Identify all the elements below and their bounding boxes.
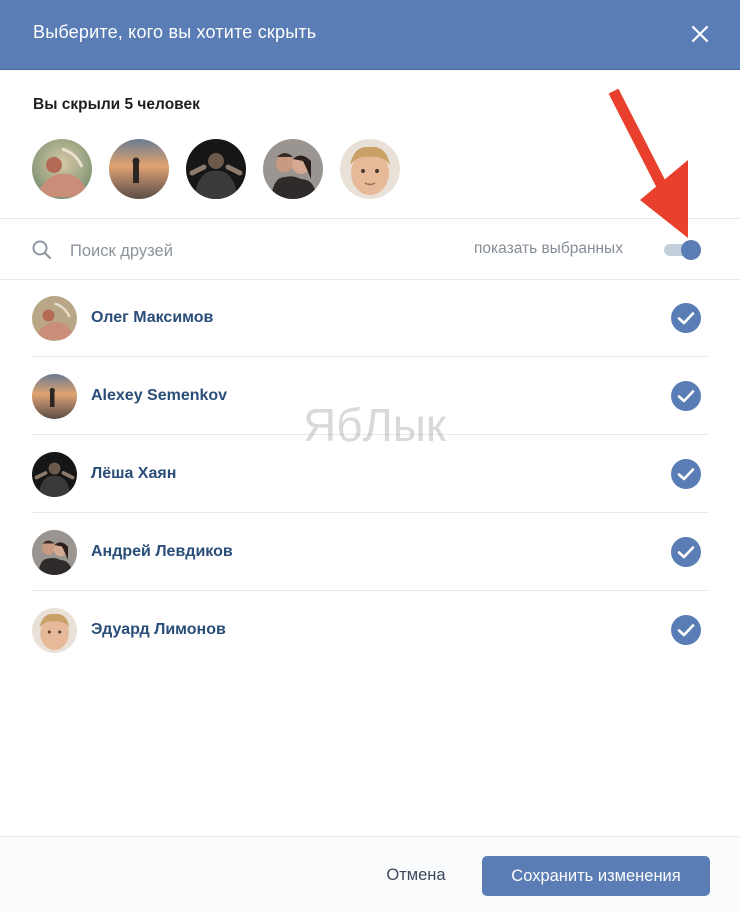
hidden-count-title: Вы скрыли 5 человек (33, 96, 200, 113)
friend-name[interactable]: Эдуард Лимонов (91, 621, 226, 639)
watermark: ЯбЛык (303, 399, 446, 451)
friend-name[interactable]: Олег Максимов (91, 309, 213, 327)
avatar[interactable] (263, 139, 323, 199)
search-icon (31, 239, 53, 261)
dialog-title: Выберите, кого вы хотите скрыть (33, 22, 317, 42)
save-button[interactable]: Сохранить изменения (482, 856, 710, 896)
friend-name[interactable]: Alexey Semenkov (91, 387, 227, 405)
avatar (32, 296, 77, 341)
checkmark-icon[interactable] (670, 302, 702, 334)
cancel-button[interactable]: Отмена (372, 856, 460, 894)
list-item[interactable]: Андрей Левдиков (32, 513, 708, 591)
avatar (32, 530, 77, 575)
list-item[interactable]: Олег Максимов (32, 279, 708, 357)
avatar[interactable] (109, 139, 169, 199)
search-input[interactable] (68, 236, 402, 266)
close-icon[interactable] (686, 20, 714, 48)
friend-name[interactable]: Лёша Хаян (91, 465, 176, 483)
checkmark-icon[interactable] (670, 458, 702, 490)
show-selected-label: показать выбранных (474, 240, 623, 257)
avatar (32, 452, 77, 497)
annotation-arrow (606, 88, 706, 248)
checkmark-icon[interactable] (670, 536, 702, 568)
avatar (32, 374, 77, 419)
avatar[interactable] (340, 139, 400, 199)
friend-name[interactable]: Андрей Левдиков (91, 543, 233, 561)
avatar (32, 608, 77, 653)
avatar[interactable] (32, 139, 92, 199)
list-item[interactable]: Эдуард Лимонов (32, 591, 708, 669)
checkmark-icon[interactable] (670, 614, 702, 646)
dialog-header: Выберите, кого вы хотите скрыть (0, 0, 740, 70)
checkmark-icon[interactable] (670, 380, 702, 412)
avatar[interactable] (186, 139, 246, 199)
